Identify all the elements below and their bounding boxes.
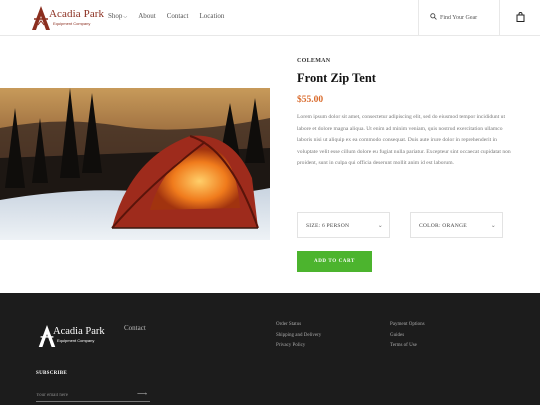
footer-link-terms[interactable]: Terms of Use <box>390 343 425 348</box>
arrow-right-icon[interactable]: ⟶ <box>137 390 147 398</box>
product-description: Lorem ipsum dolor sit amet, consectetur … <box>297 114 511 166</box>
nav-item-label: Shop <box>108 12 123 20</box>
size-select-value: SIZE: 6 PERSON <box>306 223 350 229</box>
footer-link-privacy[interactable]: Privacy Policy <box>276 343 321 348</box>
instagram-icon[interactable] <box>296 396 302 402</box>
chevron-down-icon: ⌄ <box>377 223 383 229</box>
email-field[interactable] <box>36 390 136 400</box>
product-brand: COLEMAN <box>297 58 331 64</box>
footer-contact-link[interactable]: Contact <box>124 324 146 332</box>
footer-link-payment[interactable]: Payment Options <box>390 322 425 327</box>
footer-logo[interactable]: Acadia Park Equipment Company <box>36 323 106 349</box>
nav-item-contact[interactable]: Contact <box>167 12 189 20</box>
twitter-icon[interactable] <box>312 396 318 402</box>
site-logo[interactable]: Acadia Park Equipment Company <box>29 5 105 31</box>
search-input[interactable] <box>440 12 496 23</box>
subscribe-heading: SUBSCRIBE <box>36 371 68 376</box>
email-field-wrapper: ⟶ <box>36 390 150 402</box>
footer-link-guides[interactable]: Guides <box>390 333 425 338</box>
footer-link-shipping[interactable]: Shipping and Delivery <box>276 333 321 338</box>
chevron-down-icon: ⌵ <box>123 15 128 20</box>
pinterest-icon[interactable] <box>328 396 334 402</box>
footer-logo-name: Acadia Park <box>53 326 105 337</box>
color-select[interactable]: COLOR: ORANGE ⌄ <box>410 212 503 238</box>
size-select[interactable]: SIZE: 6 PERSON ⌄ <box>297 212 390 238</box>
social-links <box>280 396 350 402</box>
shopping-bag-icon[interactable] <box>516 12 525 22</box>
search-icon <box>430 13 437 20</box>
site-footer: Acadia Park Equipment Company Contact Or… <box>0 293 540 405</box>
nav-item-shop[interactable]: Shop⌵ <box>108 12 127 20</box>
nav-item-about[interactable]: About <box>138 12 156 20</box>
chevron-down-icon: ⌄ <box>490 223 496 229</box>
logo-subtitle: Equipment Company <box>53 21 91 26</box>
search-box <box>418 0 500 36</box>
facebook-icon[interactable] <box>280 396 286 402</box>
product-price: $55.00 <box>297 95 324 105</box>
footer-links-col1: Order Status Shipping and Delivery Priva… <box>276 322 321 348</box>
product-image <box>0 88 270 240</box>
footer-link-order-status[interactable]: Order Status <box>276 322 321 327</box>
main-nav: Shop⌵ About Contact Location <box>108 12 224 20</box>
footer-logo-subtitle: Equipment Company <box>57 338 95 343</box>
footer-links-col2: Payment Options Guides Terms of Use <box>390 322 425 348</box>
site-header: Acadia Park Equipment Company Shop⌵ Abou… <box>0 0 540 36</box>
logo-name: Acadia Park <box>49 8 105 20</box>
add-to-cart-button[interactable]: ADD TO CART <box>297 251 372 272</box>
product-title: Front Zip Tent <box>297 71 376 85</box>
nav-item-location[interactable]: Location <box>199 12 224 20</box>
color-select-value: COLOR: ORANGE <box>419 223 467 229</box>
youtube-icon[interactable] <box>344 396 350 402</box>
